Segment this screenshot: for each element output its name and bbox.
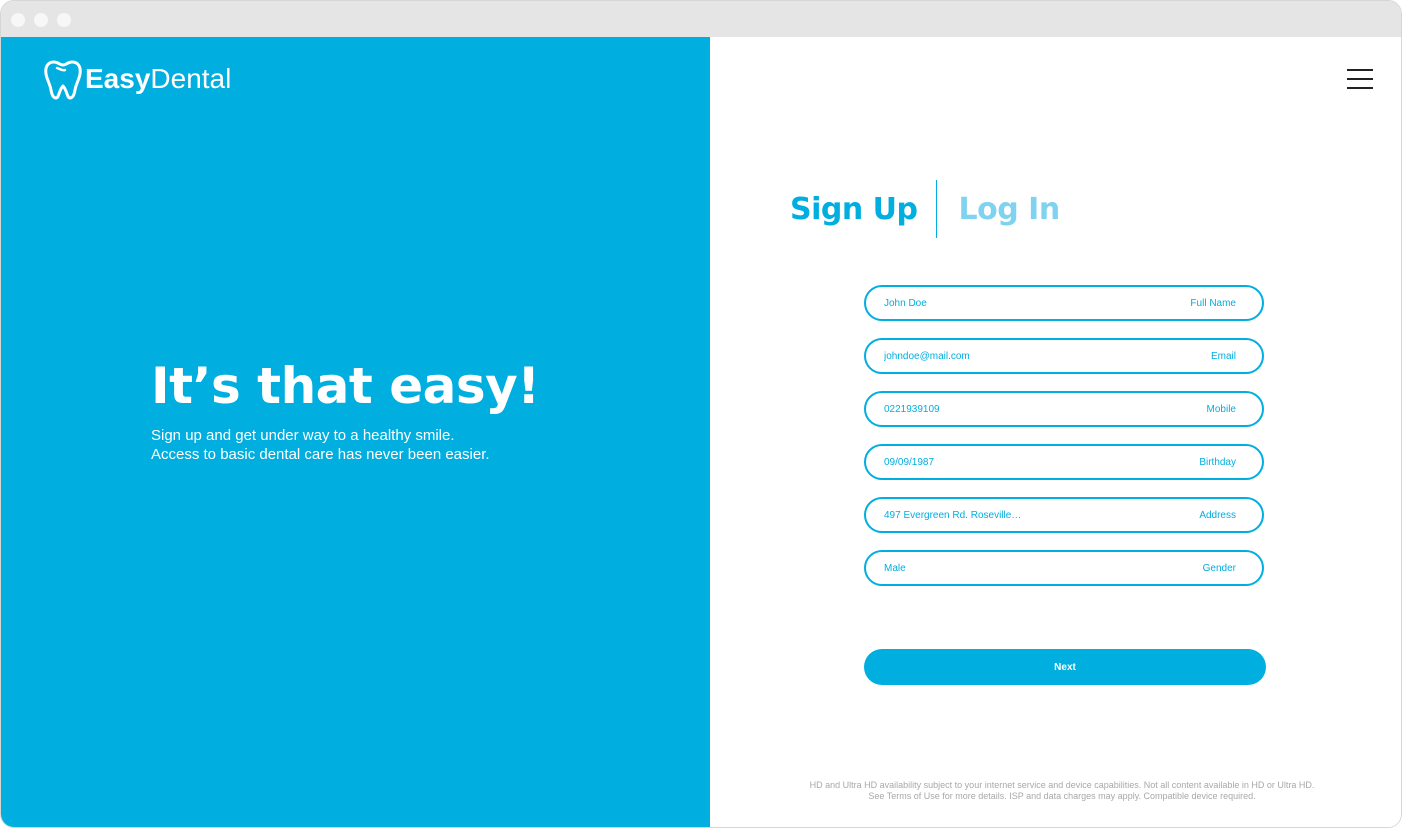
birthday-input[interactable] — [884, 446, 1144, 478]
form-panel: Sign Up Log In Full Name Email Mobile Bi… — [710, 37, 1401, 827]
hero-content: It’s that easy! Sign up and get under wa… — [151, 359, 671, 464]
browser-window: EasyDental It’s that easy! Sign up and g… — [0, 0, 1402, 828]
next-button[interactable]: Next — [864, 649, 1266, 685]
window-zoom-dot[interactable] — [57, 13, 71, 27]
tab-divider — [935, 180, 937, 238]
window-close-dot[interactable] — [11, 13, 25, 27]
birthday-field[interactable]: Birthday — [864, 444, 1264, 480]
address-field[interactable]: Address — [864, 497, 1264, 533]
hamburger-icon[interactable] — [1347, 69, 1373, 91]
address-input[interactable] — [884, 499, 1144, 531]
hero-subtitle-line-1: Sign up and get under way to a healthy s… — [151, 427, 455, 444]
mobile-field[interactable]: Mobile — [864, 391, 1264, 427]
hero-panel: EasyDental It’s that easy! Sign up and g… — [1, 37, 710, 827]
gender-input[interactable] — [884, 552, 1144, 584]
address-label: Address — [1199, 510, 1236, 521]
auth-tabs: Sign Up Log In — [790, 179, 1060, 239]
legal-disclaimer: HD and Ultra HD availability subject to … — [770, 780, 1354, 802]
email-field[interactable]: Email — [864, 338, 1264, 374]
window-minimize-dot[interactable] — [34, 13, 48, 27]
gender-label: Gender — [1202, 563, 1236, 574]
brand-logo[interactable]: EasyDental — [43, 57, 231, 101]
tab-log-in[interactable]: Log In — [959, 192, 1061, 227]
email-label: Email — [1210, 351, 1236, 362]
disclaimer-line-2: See Terms of Use for more details. ISP a… — [868, 791, 1256, 801]
tab-sign-up[interactable]: Sign Up — [790, 192, 918, 227]
signup-form: Full Name Email Mobile Birthday Address … — [864, 285, 1264, 603]
mobile-label: Mobile — [1206, 404, 1236, 415]
window-titlebar — [1, 1, 1401, 37]
disclaimer-line-1: HD and Ultra HD availability subject to … — [809, 780, 1315, 790]
gender-field[interactable]: Gender — [864, 550, 1264, 586]
birthday-label: Birthday — [1199, 457, 1236, 468]
full-name-label: Full Name — [1190, 298, 1236, 309]
hero-subtitle: Sign up and get under way to a healthy s… — [151, 426, 671, 464]
hero-title: It’s that easy! — [151, 357, 540, 415]
full-name-field[interactable]: Full Name — [864, 285, 1264, 321]
brand-name-light: Dental — [150, 63, 232, 94]
hero-subtitle-line-2: Access to basic dental care has never be… — [151, 446, 490, 463]
brand-name-bold: Easy — [85, 63, 151, 94]
mobile-input[interactable] — [884, 393, 1144, 425]
tooth-icon — [44, 60, 82, 100]
email-input[interactable] — [884, 340, 1144, 372]
full-name-input[interactable] — [884, 287, 1144, 319]
